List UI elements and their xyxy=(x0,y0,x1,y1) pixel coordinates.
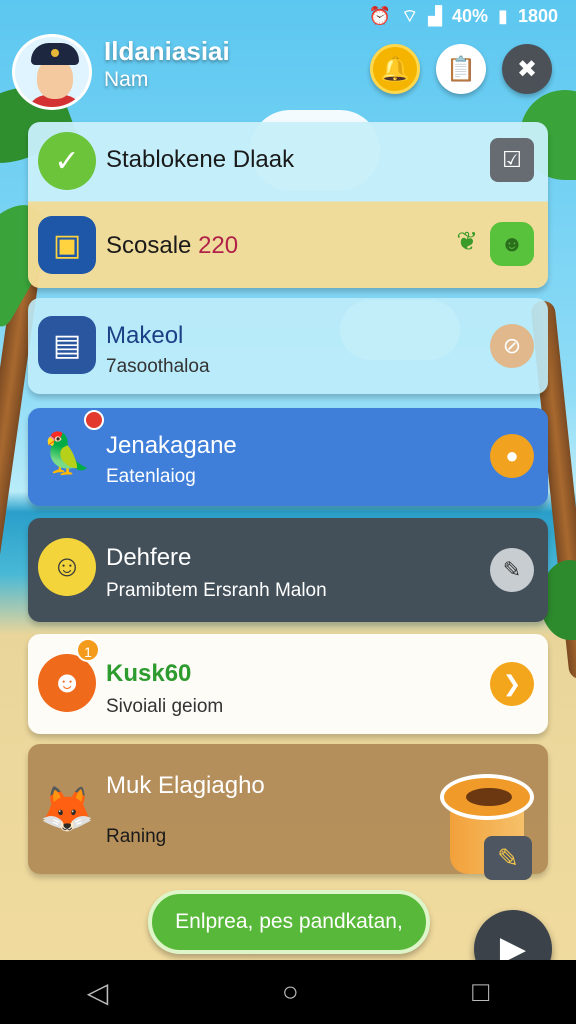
bell-icon: 🔔 xyxy=(380,55,410,83)
card-dehfere[interactable]: ☺ Dehfere Pramibtem Ersranh Malon ✎ xyxy=(28,518,548,622)
back-icon[interactable]: ◁ xyxy=(87,976,109,1009)
primary-action-button[interactable]: Enlprea, pes pandkatan, xyxy=(148,890,430,954)
cat-icon: ☺ xyxy=(38,538,96,596)
card-kusk60[interactable]: ☻ 1 Kusk60 Sivoiali geiom ❯ xyxy=(28,634,548,734)
green-robot-icon[interactable]: ☻ xyxy=(490,222,534,266)
leaf-icon: ❦ xyxy=(456,226,478,256)
battery-percent: 40% xyxy=(452,5,489,26)
card-title: Jenakagane xyxy=(106,432,237,459)
badge-count: 1 xyxy=(76,638,100,662)
notifications-button[interactable]: 🔔 xyxy=(370,44,420,94)
wifi-icon: ⌔ xyxy=(401,5,419,26)
card-title: Stablokene Dlaak xyxy=(106,146,295,173)
signal-icon: ▟ xyxy=(428,5,443,26)
checkmark-icon: ✓ xyxy=(38,132,96,190)
system-navbar: ◁ ○ □ xyxy=(0,960,576,1024)
battery-icon: ▮ xyxy=(498,5,508,26)
card-makeol[interactable]: ▤ Makeol 7asoothaloa ⊘ xyxy=(28,298,548,394)
card-title: Dehfere xyxy=(106,544,192,571)
card-subtitle: Sivoiali geiom xyxy=(106,696,224,717)
fox-icon: 🦊 xyxy=(39,785,95,834)
avatar[interactable] xyxy=(12,34,92,110)
card-title: Makeol xyxy=(106,322,184,349)
card-subtitle: Raning xyxy=(106,826,167,847)
clock: 1800 xyxy=(517,5,558,26)
fruit-icon[interactable]: ● xyxy=(490,434,534,478)
arrow-icon[interactable]: ❯ xyxy=(490,662,534,706)
notification-dot xyxy=(84,410,104,430)
clipboard-icon: 📋 xyxy=(446,55,476,83)
alarm-icon: ⏰ xyxy=(368,5,392,26)
profile-subtitle: Nam xyxy=(104,68,149,91)
card-subtitle: Eatenlaiog xyxy=(106,466,196,487)
recents-icon[interactable]: □ xyxy=(472,976,489,1008)
status-bar: ⏰ ⌔ ▟ 40% ▮ 1800 xyxy=(0,0,576,32)
book-icon: ▤ xyxy=(38,316,96,374)
slash-icon[interactable]: ⊘ xyxy=(490,324,534,368)
card-subtitle: 7asoothaloa xyxy=(106,356,210,377)
card-title-score: Scosale 220 xyxy=(106,232,239,259)
parrot-icon: 🦜 xyxy=(42,431,92,476)
feather-icon[interactable]: ✎ xyxy=(490,548,534,592)
card-title: Muk Elagiagho xyxy=(106,772,265,799)
card-title: Kusk60 xyxy=(106,660,192,687)
tasks-button[interactable]: 📋 xyxy=(436,44,486,94)
header: Ildaniasiai Nam 🔔 📋 ✖ xyxy=(12,34,564,110)
menu-button[interactable]: ✖ xyxy=(502,44,552,94)
home-icon[interactable]: ○ xyxy=(282,976,299,1008)
card-jenakagane[interactable]: 🦜 Jenakagane Eatenlaiog ● xyxy=(28,408,548,506)
card-stablokene[interactable]: ✓ Stablokene Dlaak ☑ ▣ Scosale 220 ❦ ☻ xyxy=(28,122,548,288)
orange-creature-icon: ☻ xyxy=(38,654,96,712)
menu-grid-icon: ✖ xyxy=(516,55,538,83)
score-value: 220 xyxy=(198,232,239,259)
card-subtitle: Pramibtem Ersranh Malon xyxy=(106,580,327,601)
phone-card-icon: ▣ xyxy=(38,216,96,274)
profile-name: Ildaniasiai xyxy=(104,36,230,66)
check-square-icon[interactable]: ☑ xyxy=(490,138,534,182)
pencil-badge-icon: ✎ xyxy=(484,836,532,880)
reward-cup-icon[interactable]: ✎ xyxy=(440,764,536,880)
